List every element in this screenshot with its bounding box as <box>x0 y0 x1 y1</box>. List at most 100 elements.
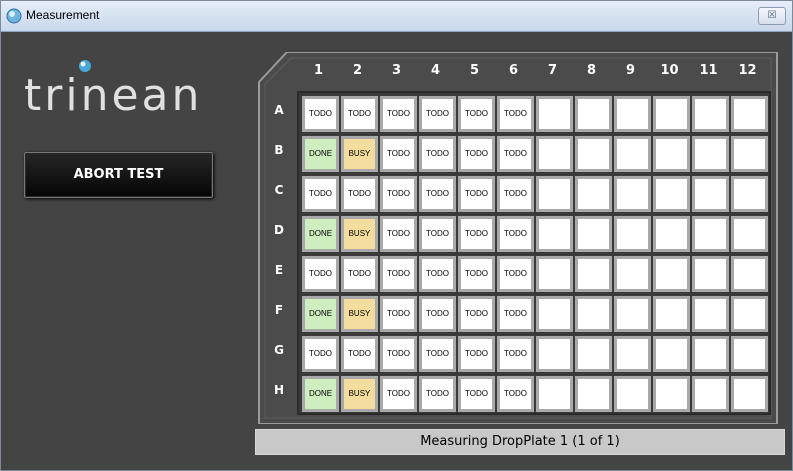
well[interactable]: TODO <box>458 256 495 292</box>
well[interactable]: BUSY <box>341 376 378 412</box>
well[interactable]: TODO <box>419 96 456 132</box>
well[interactable]: TODO <box>380 96 417 132</box>
well[interactable]: TODO <box>302 96 339 132</box>
well[interactable]: DONE <box>302 216 339 252</box>
well[interactable]: DONE <box>302 376 339 412</box>
well[interactable] <box>536 336 573 372</box>
well[interactable]: TODO <box>380 216 417 252</box>
well[interactable] <box>653 376 690 412</box>
well[interactable] <box>614 376 651 412</box>
well[interactable] <box>692 336 729 372</box>
well[interactable]: TODO <box>497 296 534 332</box>
well[interactable]: TODO <box>419 216 456 252</box>
well[interactable] <box>536 216 573 252</box>
well[interactable]: TODO <box>341 96 378 132</box>
well[interactable]: BUSY <box>341 216 378 252</box>
well[interactable] <box>692 256 729 292</box>
well[interactable]: TODO <box>302 336 339 372</box>
well[interactable]: TODO <box>458 336 495 372</box>
well[interactable]: TODO <box>458 96 495 132</box>
well[interactable] <box>731 376 768 412</box>
well[interactable]: TODO <box>458 176 495 212</box>
well[interactable] <box>536 256 573 292</box>
well[interactable] <box>692 176 729 212</box>
well[interactable] <box>575 96 612 132</box>
well[interactable]: TODO <box>380 256 417 292</box>
well[interactable]: TODO <box>302 176 339 212</box>
well[interactable]: TODO <box>380 176 417 212</box>
well[interactable]: TODO <box>419 376 456 412</box>
well[interactable] <box>614 96 651 132</box>
well[interactable]: DONE <box>302 296 339 332</box>
well[interactable] <box>614 256 651 292</box>
well[interactable]: TODO <box>341 256 378 292</box>
well[interactable] <box>614 136 651 172</box>
well[interactable] <box>692 376 729 412</box>
well[interactable] <box>536 176 573 212</box>
well[interactable] <box>653 96 690 132</box>
well[interactable] <box>731 256 768 292</box>
well[interactable]: TODO <box>497 176 534 212</box>
well[interactable] <box>731 216 768 252</box>
well[interactable]: TODO <box>458 296 495 332</box>
well[interactable] <box>614 216 651 252</box>
well[interactable] <box>536 136 573 172</box>
well[interactable]: TODO <box>419 176 456 212</box>
well[interactable]: TODO <box>380 336 417 372</box>
well[interactable]: BUSY <box>341 296 378 332</box>
well[interactable] <box>731 176 768 212</box>
well[interactable]: BUSY <box>341 136 378 172</box>
well[interactable] <box>575 216 612 252</box>
well[interactable] <box>575 136 612 172</box>
well[interactable]: TODO <box>419 136 456 172</box>
well[interactable]: TODO <box>341 336 378 372</box>
well[interactable] <box>575 376 612 412</box>
well[interactable]: TODO <box>302 256 339 292</box>
row-label: G <box>274 343 284 357</box>
well[interactable] <box>692 296 729 332</box>
well[interactable]: TODO <box>419 336 456 372</box>
well[interactable]: TODO <box>419 296 456 332</box>
well[interactable] <box>536 376 573 412</box>
well[interactable] <box>536 96 573 132</box>
row-label: B <box>274 143 284 157</box>
well[interactable] <box>575 296 612 332</box>
well[interactable] <box>653 216 690 252</box>
well[interactable] <box>692 136 729 172</box>
well[interactable] <box>653 256 690 292</box>
well[interactable] <box>731 136 768 172</box>
well[interactable]: TODO <box>497 256 534 292</box>
abort-test-button[interactable]: ABORT TEST <box>24 152 213 198</box>
well[interactable]: TODO <box>458 136 495 172</box>
well[interactable] <box>614 296 651 332</box>
well[interactable] <box>575 176 612 212</box>
well[interactable] <box>731 96 768 132</box>
well[interactable]: TODO <box>419 256 456 292</box>
well[interactable] <box>731 336 768 372</box>
well[interactable]: TODO <box>380 136 417 172</box>
well[interactable]: TODO <box>380 376 417 412</box>
well[interactable] <box>536 296 573 332</box>
well[interactable]: TODO <box>341 176 378 212</box>
well[interactable]: TODO <box>497 136 534 172</box>
well[interactable] <box>575 336 612 372</box>
well[interactable] <box>692 96 729 132</box>
well[interactable] <box>653 296 690 332</box>
well[interactable]: TODO <box>458 216 495 252</box>
well[interactable]: TODO <box>497 336 534 372</box>
well[interactable] <box>692 216 729 252</box>
well[interactable] <box>653 336 690 372</box>
well[interactable] <box>653 136 690 172</box>
well[interactable] <box>575 256 612 292</box>
well[interactable] <box>731 296 768 332</box>
well[interactable] <box>614 176 651 212</box>
well[interactable]: DONE <box>302 136 339 172</box>
well[interactable]: TODO <box>497 96 534 132</box>
close-button[interactable]: ☒ <box>758 7 786 25</box>
well[interactable]: TODO <box>458 376 495 412</box>
well[interactable] <box>653 176 690 212</box>
well[interactable] <box>614 336 651 372</box>
well[interactable]: TODO <box>497 376 534 412</box>
well[interactable]: TODO <box>497 216 534 252</box>
well[interactable]: TODO <box>380 296 417 332</box>
